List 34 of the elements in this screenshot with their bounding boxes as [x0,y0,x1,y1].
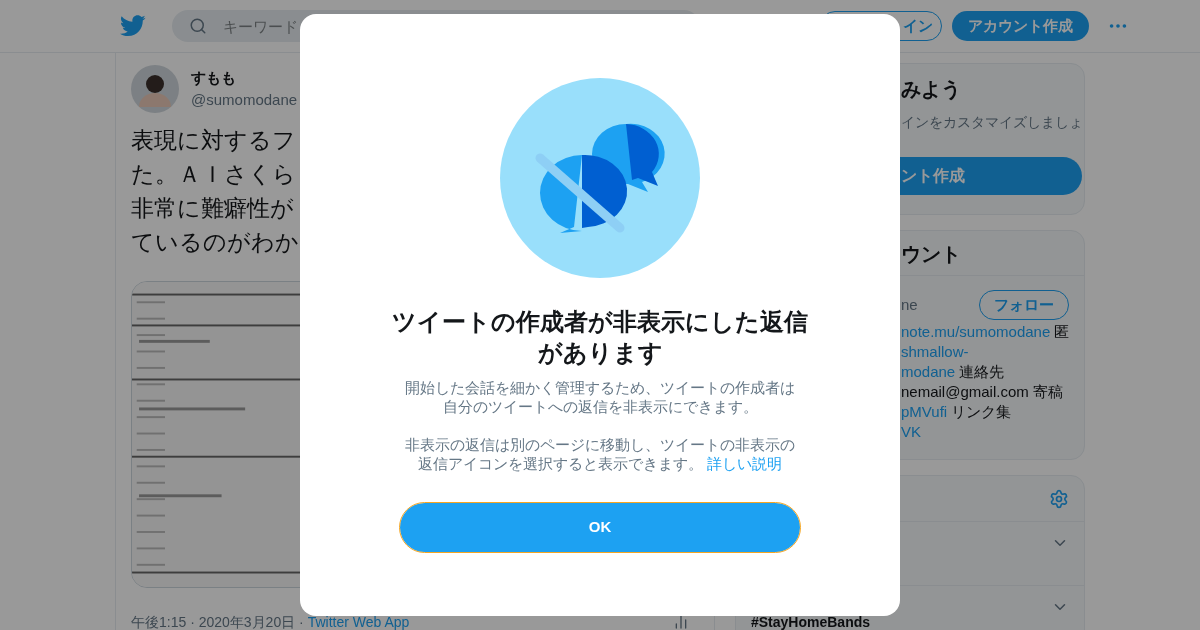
trend-name: #StayHomeBands [750,615,872,629]
user-handle: @sumomodane [191,90,298,110]
bio-link[interactable]: VK [901,422,921,442]
bio-link[interactable]: shmallow- [901,342,969,362]
card-text: インをカスタマイズしましょ [901,113,1082,132]
source-link[interactable]: Twitter Web App [307,615,410,629]
signup-button[interactable]: アカウント作成 [952,11,1089,41]
bird-logo[interactable] [120,15,146,37]
bio-text: 連絡先 [958,362,1005,382]
card-title: ウント [900,242,962,267]
tweet-text: 表現に対するフ [131,126,297,155]
settings-icon[interactable] [1049,488,1069,509]
bio-link[interactable]: modane [901,362,956,382]
analytics-icon[interactable] [673,614,689,630]
card-title: みよう [901,77,962,102]
account-handle: ne [901,294,918,315]
bio-text: nemail@gmail.com 寄稿 [901,382,1063,402]
bio-link[interactable]: note.mu/sumomodane [901,322,1051,342]
tweet-text: た。ＡＩさくら [131,160,297,189]
learn-more-link[interactable]: 詳しい説明 [707,455,783,472]
hidden-replies-icon [500,78,700,278]
tweet-text: ているのがわか [131,228,300,257]
search-icon [189,17,207,35]
dialog-text: 非表示の返信は別のページに移動し、ツイートの非表示の返信アイコンを選択すると表示できます。 詳しい説明 [404,435,796,473]
tweet-time: 午後1:15 · 2020年3月20日 · [131,615,305,629]
ok-button[interactable]: OK [400,503,800,552]
tweet-text: 非常に難癖性が [131,194,295,223]
avatar[interactable] [131,65,179,113]
bio-text: 匿 [1053,322,1070,342]
bio-link[interactable]: pMVufi [901,402,948,422]
bio-text: リンク集 [950,402,1012,422]
user-name: すもも [191,67,237,88]
dialog-title: ツイートの作成者が非表示にした返信があります [391,307,809,368]
dialog-text: 開始した会話を細かく管理するため、ツイートの作成者は自分のツイートへの返信を非表示にできます。 [404,378,796,416]
